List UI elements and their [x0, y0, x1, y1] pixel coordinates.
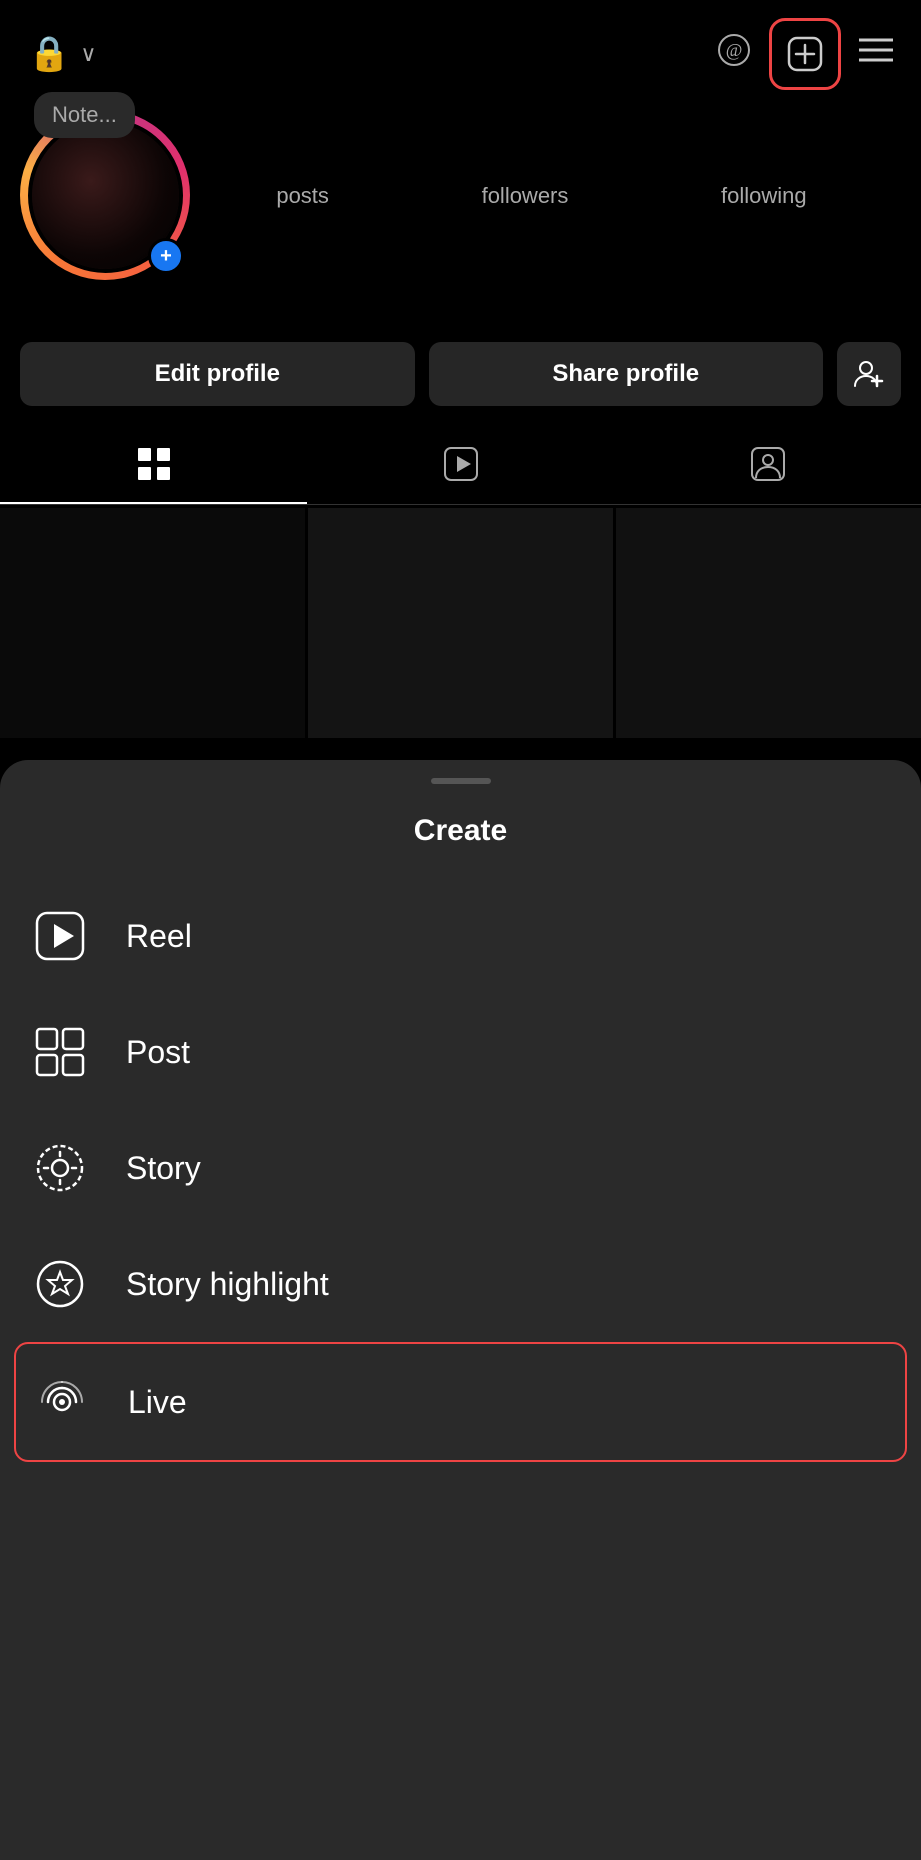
svg-text:@: @	[726, 40, 743, 60]
posts-stat[interactable]: posts	[276, 181, 329, 209]
posts-label: posts	[276, 183, 329, 209]
post-icon	[30, 1022, 90, 1082]
sheet-handle	[431, 778, 491, 784]
top-bar-left: 🔒 ∨	[28, 34, 96, 74]
followers-label: followers	[482, 183, 569, 209]
sheet-title: Create	[0, 794, 921, 878]
tab-reels[interactable]	[307, 434, 614, 504]
action-buttons: Edit profile Share profile	[0, 320, 921, 406]
add-story-badge[interactable]: +	[148, 238, 184, 274]
following-label: following	[721, 183, 807, 209]
photo-grid	[0, 508, 921, 738]
top-bar: 🔒 ∨ @	[0, 0, 921, 100]
grid-icon	[136, 446, 172, 490]
following-stat[interactable]: following	[721, 181, 807, 209]
stats-section: posts followers following	[190, 181, 893, 209]
reel-icon	[30, 906, 90, 966]
story-icon	[30, 1138, 90, 1198]
grid-cell[interactable]	[308, 508, 613, 738]
reels-icon	[443, 446, 479, 490]
grid-cell[interactable]	[616, 508, 921, 738]
story-highlight-icon	[30, 1254, 90, 1314]
create-post-item[interactable]: Post	[30, 994, 891, 1110]
story-label: Story	[126, 1150, 201, 1187]
tabs-section	[0, 434, 921, 505]
create-reel-item[interactable]: Reel	[30, 878, 891, 994]
dropdown-arrow-icon[interactable]: ∨	[80, 41, 96, 67]
reel-label: Reel	[126, 918, 192, 955]
followers-stat[interactable]: followers	[482, 181, 569, 209]
lock-icon: 🔒	[28, 34, 70, 74]
post-label: Post	[126, 1034, 190, 1071]
grid-cell[interactable]	[0, 508, 305, 738]
create-live-item[interactable]: Live	[14, 1342, 907, 1462]
create-story-highlight-item[interactable]: Story highlight	[30, 1226, 891, 1342]
tab-grid[interactable]	[0, 434, 307, 504]
edit-profile-button[interactable]: Edit profile	[20, 342, 415, 406]
top-bar-right: @	[717, 18, 893, 90]
live-label: Live	[128, 1384, 187, 1421]
tab-tagged[interactable]	[614, 434, 921, 504]
create-post-button[interactable]	[769, 18, 841, 90]
tagged-icon	[750, 446, 786, 490]
note-bubble[interactable]: Note...	[34, 92, 135, 138]
story-highlight-label: Story highlight	[126, 1266, 329, 1303]
avatar-container[interactable]: Note... +	[20, 110, 190, 280]
profile-section: Note... + posts followers following	[0, 100, 921, 280]
create-story-item[interactable]: Story	[30, 1110, 891, 1226]
hamburger-icon[interactable]	[859, 37, 893, 71]
bio-section	[0, 280, 921, 320]
threads-icon[interactable]: @	[717, 33, 751, 75]
bottom-sheet: Create Reel Post	[0, 760, 921, 1860]
live-icon	[32, 1372, 92, 1432]
add-person-button[interactable]	[837, 342, 901, 406]
sheet-items: Reel Post	[0, 878, 921, 1462]
share-profile-button[interactable]: Share profile	[429, 342, 824, 406]
